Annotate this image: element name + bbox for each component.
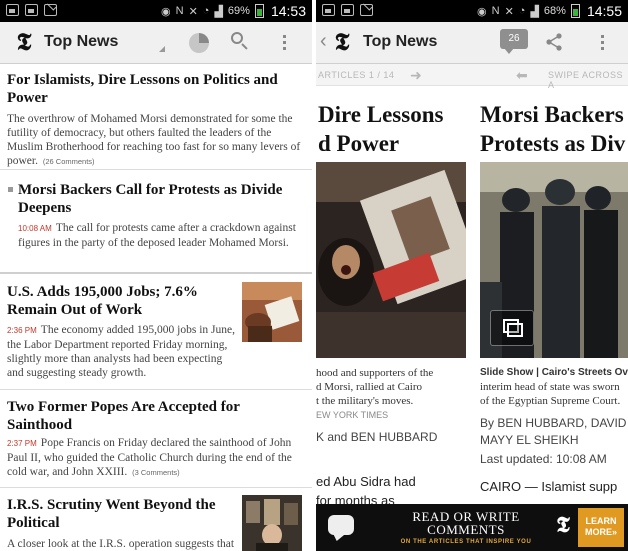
- photo-credit: EW YORK TIMES: [316, 410, 389, 420]
- slideshow-caption-title[interactable]: Slide Show | Cairo's Streets Ov: [480, 366, 628, 380]
- next-arrow-icon[interactable]: ➜: [410, 67, 422, 84]
- image-notification-icon: [25, 4, 38, 16]
- story-headline[interactable]: U.S. Adds 195,000 Jobs; 7.6% Remain Out …: [7, 283, 233, 319]
- clock: 14:53: [270, 3, 306, 19]
- story-summary: The overthrow of Mohamed Morsi demonstra…: [7, 113, 301, 167]
- article-body-line: ed Abu Sidra had: [316, 474, 416, 489]
- story-list: For Islamists, Dire Lessons on Politics …: [0, 64, 312, 551]
- learn-more-button[interactable]: LEARN MORE»: [578, 508, 624, 547]
- action-bar: ‹ 𝕿 Top News 26: [316, 22, 628, 64]
- article-byline: By BEN HUBBARD, DAVID: [480, 416, 627, 430]
- battery-icon: [254, 4, 264, 18]
- article-byline: K and BEN HUBBARD: [316, 430, 438, 444]
- mail-notification-icon: [44, 4, 57, 16]
- article-position: ARTICLES 1 / 14: [318, 70, 395, 80]
- comments-badge[interactable]: 26: [500, 29, 528, 54]
- story-time: 2:37 PM: [7, 439, 37, 448]
- signal-icon: ▟: [530, 5, 539, 18]
- story-thumbnail[interactable]: [242, 495, 302, 551]
- story-time: 2:36 PM: [7, 326, 37, 335]
- wifi-icon: ◔: [518, 5, 526, 17]
- nfc-icon: N: [175, 5, 184, 17]
- wifi-icon: ◔: [202, 5, 210, 17]
- list-item[interactable]: Two Former Popes Are Accepted for Sainth…: [0, 390, 312, 488]
- battery-percent: 68%: [543, 5, 566, 17]
- sub-story-bullet-icon: [8, 187, 13, 192]
- image-notification-icon: [341, 4, 354, 16]
- gallery-notification-icon: [322, 4, 335, 16]
- list-item[interactable]: U.S. Adds 195,000 Jobs; 7.6% Remain Out …: [0, 274, 312, 390]
- swipe-hint: SWIPE ACROSS A: [548, 70, 624, 90]
- list-item[interactable]: For Islamists, Dire Lessons on Politics …: [0, 64, 312, 170]
- back-chevron-icon[interactable]: ‹: [320, 30, 327, 52]
- comments-promo-banner[interactable]: READ OR WRITE COMMENTS ON THE ARTICLES T…: [316, 504, 628, 551]
- mail-notification-icon: [360, 4, 373, 16]
- article-headline-line: d Power: [318, 131, 400, 156]
- article-headline-line: Morsi Backers: [480, 102, 624, 127]
- clock: 14:55: [586, 3, 622, 19]
- story-headline[interactable]: For Islamists, Dire Lessons on Politics …: [7, 71, 301, 107]
- list-item[interactable]: Morsi Backers Call for Protests as Divid…: [0, 170, 312, 274]
- share-icon[interactable]: [545, 33, 563, 51]
- eye-icon: ◉: [161, 5, 171, 18]
- overflow-menu-icon[interactable]: [281, 32, 287, 54]
- photo-caption-line: of the Egyptian Supreme Court.: [480, 395, 621, 407]
- photo-caption-line: hood and supporters of the: [316, 367, 434, 379]
- screen-left-top-news-list: ◉ N ✕ ◔ ▟ 69% 14:53 𝕿 Top News For Islam…: [0, 0, 312, 551]
- story-headline[interactable]: Morsi Backers Call for Protests as Divid…: [18, 181, 303, 217]
- battery-percent: 69%: [227, 5, 250, 17]
- nyt-logo-icon[interactable]: 𝕿: [330, 30, 354, 56]
- comment-count[interactable]: (3 Comments): [132, 468, 180, 477]
- screen-right-article-view: ◉ N ✕ ◔ ▟ 68% 14:55 ‹ 𝕿 Top News 26 ARTI…: [316, 0, 628, 551]
- mute-icon: ✕: [504, 5, 514, 18]
- slideshow-icon[interactable]: [490, 310, 534, 346]
- prev-arrow-icon[interactable]: ⬅: [516, 67, 528, 84]
- pie-chart-icon[interactable]: [189, 33, 209, 53]
- article-byline: MAYY EL SHEIKH: [480, 433, 579, 447]
- section-title[interactable]: Top News: [44, 33, 118, 51]
- story-headline[interactable]: I.R.S. Scrutiny Went Beyond the Politica…: [7, 496, 233, 532]
- story-time: 10:08 AM: [18, 224, 52, 233]
- section-dropdown-icon[interactable]: [159, 46, 165, 52]
- nyt-logo-icon[interactable]: 𝕿: [12, 30, 36, 56]
- speech-bubble-icon: [328, 515, 354, 535]
- story-summary: 2:37 PM Pope Francis on Friday declared t…: [7, 437, 292, 478]
- banner-headline: READ OR WRITE COMMENTS: [412, 509, 520, 537]
- battery-icon: [570, 4, 580, 18]
- photo-caption-line: t the military's moves.: [316, 395, 414, 407]
- story-thumbnail[interactable]: [242, 282, 302, 342]
- status-bar: ◉ N ✕ ◔ ▟ 69% 14:53: [0, 0, 312, 22]
- signal-icon: ▟: [214, 5, 223, 18]
- gallery-notification-icon: [6, 4, 19, 16]
- story-headline[interactable]: Two Former Popes Are Accepted for Sainth…: [7, 398, 303, 434]
- article-photo[interactable]: [316, 162, 466, 358]
- story-summary: 10:08 AM The call for protests came after…: [18, 222, 296, 249]
- mute-icon: ✕: [188, 5, 198, 18]
- banner-tagline: ON THE ARTICLES THAT INSPIRE YOU: [400, 539, 532, 545]
- last-updated: Last updated: 10:08 AM: [480, 452, 607, 466]
- nfc-icon: N: [491, 5, 500, 17]
- action-bar: 𝕿 Top News: [0, 22, 312, 64]
- slideshow-photo[interactable]: [480, 162, 628, 358]
- list-item[interactable]: I.R.S. Scrutiny Went Beyond the Politica…: [0, 488, 312, 551]
- overflow-menu-icon[interactable]: [599, 32, 605, 54]
- search-icon[interactable]: [231, 32, 248, 50]
- story-summary: A closer look at the I.R.S. operation su…: [7, 538, 235, 550]
- article-body-line: CAIRO — Islamist supp: [480, 479, 618, 494]
- status-bar: ◉ N ✕ ◔ ▟ 68% 14:55: [316, 0, 628, 22]
- eye-icon: ◉: [477, 5, 487, 18]
- nyt-logo-icon: 𝕿: [556, 512, 570, 537]
- article-pager-strip: ARTICLES 1 / 14 ➜ ⬅ SWIPE ACROSS A: [316, 64, 628, 90]
- photo-caption-line: d Morsi, rallied at Cairo: [316, 381, 423, 393]
- story-summary: 2:36 PM The economy added 195,000 jobs in…: [7, 324, 235, 379]
- photo-caption-line: interim head of state was sworn: [480, 381, 620, 393]
- section-title[interactable]: Top News: [363, 33, 437, 51]
- article-headline-line: Dire Lessons: [318, 102, 444, 127]
- article-headline-line: Protests as Div: [480, 131, 626, 156]
- comment-count[interactable]: (26 Comments): [43, 157, 95, 166]
